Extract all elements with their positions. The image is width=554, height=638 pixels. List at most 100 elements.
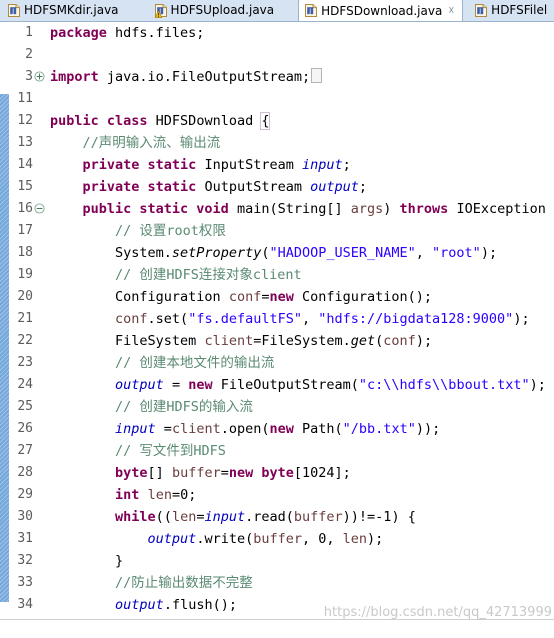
code-token: args	[350, 201, 384, 217]
code-token: output	[115, 597, 164, 613]
code-line[interactable]: while((len=input.read(buffer))!=-1) {	[46, 506, 554, 528]
code-token: .write(	[196, 531, 254, 547]
code-token: Path(	[293, 421, 343, 437]
code-token: , 0,	[302, 531, 343, 547]
code-token: }	[50, 553, 124, 569]
line-number: 20	[0, 286, 46, 308]
java-file-warning-icon: J	[154, 3, 167, 18]
line-number-value: 29	[17, 487, 33, 502]
editor-bottom-border	[0, 619, 554, 638]
code-line[interactable]: Configuration conf=new Configuration();	[46, 286, 554, 308]
code-line[interactable]: //防止输出数据不完整	[46, 572, 554, 594]
code-line[interactable]: // 设置root权限	[46, 220, 554, 242]
code-token: new	[269, 289, 294, 305]
code-line[interactable]: FileSystem client=FileSystem.get(conf);	[46, 330, 554, 352]
editor-tab-bar: J HDFSMKdir.java J HDFSUpload.java J HDFSDown…	[0, 0, 554, 22]
code-line[interactable]: // 创建本地文件的输出流	[46, 352, 554, 374]
code-line[interactable]: private static InputStream input;	[46, 154, 554, 176]
code-line[interactable]: import java.io.FileOutputStream;	[46, 66, 554, 88]
code-token: ,	[301, 311, 319, 327]
line-number: 26	[0, 418, 46, 440]
code-line[interactable]: public class HDFSDownload {	[46, 110, 554, 132]
code-token: buffer	[293, 509, 343, 525]
line-number: 33	[0, 572, 46, 594]
code-line[interactable]	[46, 44, 554, 66]
line-number-value: 14	[17, 157, 33, 172]
line-number: 11	[0, 88, 46, 110]
svg-text:J: J	[11, 7, 14, 15]
code-token: =FileSystem.	[253, 333, 351, 349]
code-token: client	[171, 421, 221, 437]
code-line[interactable]: public static void main(String[] args) t…	[46, 198, 554, 220]
line-number-value: 21	[17, 311, 33, 326]
code-line[interactable]: // 创建HDFS连接对象client	[46, 264, 554, 286]
editor-tab[interactable]: J HDFSUpload.java	[149, 0, 283, 21]
code-line[interactable]: private static OutputStream output;	[46, 176, 554, 198]
code-token: new	[188, 377, 213, 393]
code-line[interactable]: output.flush();	[46, 594, 554, 616]
code-content-area[interactable]: package hdfs.files; import java.io.FileO…	[46, 22, 554, 638]
code-line[interactable]: byte[] buffer=new byte[1024];	[46, 462, 554, 484]
code-token: ))!=-1) {	[342, 509, 416, 525]
line-number-value: 15	[17, 179, 33, 194]
code-line[interactable]: output = new FileOutputStream("c:\\hdfs\…	[46, 374, 554, 396]
code-line[interactable]: //声明输入流、输出流	[46, 132, 554, 154]
line-number: 32	[0, 550, 46, 572]
code-token: InputStream	[196, 157, 302, 173]
code-token: =0;	[171, 487, 197, 503]
line-number-value: 22	[17, 333, 33, 348]
code-token: .open(	[220, 421, 270, 437]
code-token: ;	[342, 157, 351, 173]
code-token: System.	[50, 245, 172, 261]
collapsed-import-indicator[interactable]	[311, 68, 323, 83]
editor-tab-active[interactable]: J HDFSDownload.java ☓	[298, 0, 464, 21]
code-token: package	[50, 25, 107, 41]
line-number: 21	[0, 308, 46, 330]
code-token: )	[383, 201, 400, 217]
code-line[interactable]: output.write(buffer, 0, len);	[46, 528, 554, 550]
line-number-value: 20	[17, 289, 33, 304]
code-line[interactable]: System.setProperty("HADOOP_USER_NAME", "…	[46, 242, 554, 264]
line-number: 24	[0, 374, 46, 396]
code-token: public static void	[82, 201, 229, 217]
line-number: 30	[0, 506, 46, 528]
code-token: output	[115, 377, 164, 393]
code-token: OutputStream	[196, 179, 311, 195]
line-number-value: 19	[17, 267, 33, 282]
code-line[interactable]: input =client.open(new Path("/bb.txt"));	[46, 418, 554, 440]
code-token: hdfs.files;	[106, 25, 205, 41]
code-token: len	[342, 531, 368, 547]
code-token: .flush();	[163, 597, 237, 613]
close-tab-icon[interactable]: ☓	[448, 5, 454, 16]
code-token: IOException {	[448, 201, 554, 217]
code-token: =	[220, 465, 229, 481]
editor-tab[interactable]: J HDFSMKdir.java	[2, 0, 127, 21]
line-number-value: 16	[17, 201, 33, 216]
line-number-value: 2	[25, 47, 33, 62]
code-token: client	[204, 333, 254, 349]
code-line[interactable]: // 创建HDFS的输入流	[46, 396, 554, 418]
code-line[interactable]: int len=0;	[46, 484, 554, 506]
fold-expand-icon[interactable]	[34, 71, 45, 82]
line-number: 15	[0, 176, 46, 198]
code-token: ));	[415, 421, 441, 437]
editor-tab[interactable]: J HDFSFilel	[469, 0, 554, 21]
code-token: ((	[155, 509, 172, 525]
code-line[interactable]: }	[46, 550, 554, 572]
line-number-value: 34	[17, 597, 33, 612]
code-line[interactable]	[46, 88, 554, 110]
code-line[interactable]: conf.set("fs.defaultFS", "hdfs://bigdata…	[46, 308, 554, 330]
warning-overlay-icon	[154, 10, 162, 18]
fold-collapse-icon[interactable]	[34, 203, 45, 214]
line-number: 17	[0, 220, 46, 242]
code-line[interactable]: // 写文件到HDFS	[46, 440, 554, 462]
line-number-value: 18	[17, 245, 33, 260]
code-token: ;	[358, 179, 368, 195]
line-number-value: 25	[17, 399, 33, 414]
java-file-icon: J	[8, 3, 20, 17]
code-line[interactable]: package hdfs.files;	[46, 22, 554, 44]
